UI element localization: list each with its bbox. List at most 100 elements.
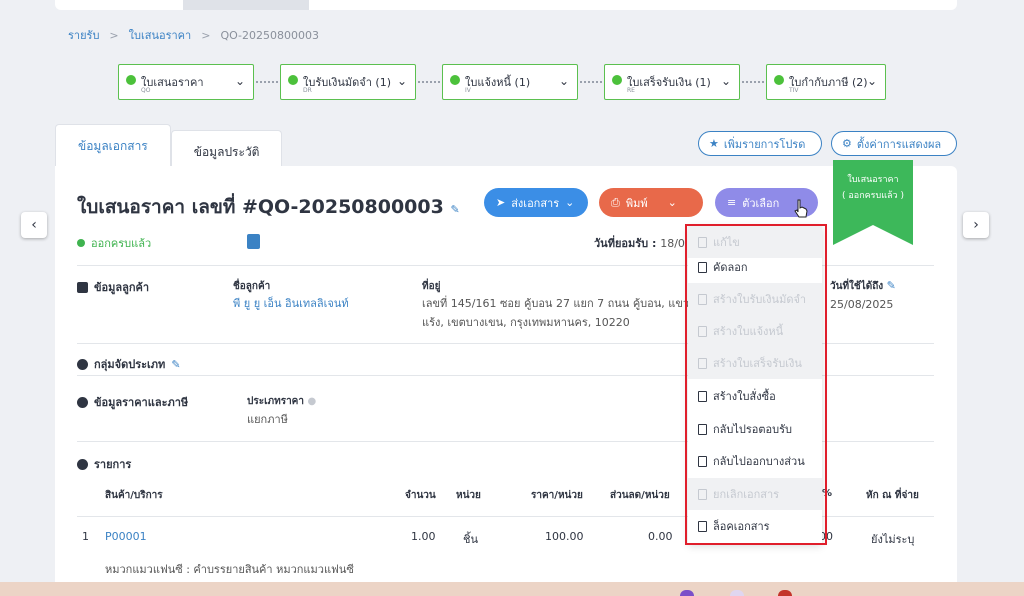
flow-step-code: RE (627, 87, 635, 94)
chevron-down-icon[interactable]: ⌄ (397, 74, 407, 88)
display-settings-button[interactable]: ⚙ ตั้งค่าการแสดงผล (831, 131, 957, 156)
chevron-down-icon[interactable]: ⌄ (867, 74, 877, 88)
taskbar-app-icon[interactable] (730, 590, 744, 596)
options-label: ตัวเลือก (742, 196, 780, 210)
flow-step-qo[interactable]: ใบเสนอราคา QO ⌄ (118, 64, 254, 100)
chevron-down-icon[interactable]: ⌄ (559, 74, 569, 88)
add-favorite-label: เพิ่มรายการโปรด (723, 137, 806, 151)
send-document-button[interactable]: ➤ ส่งเอกสาร ⌄ (484, 188, 588, 217)
status-dot (77, 239, 85, 247)
row-note: หมวกแมวแฟนซี : คำบรรยายสินค้า หมวกแมวแฟน… (105, 563, 354, 576)
document-lock-icon (247, 234, 260, 249)
flow-step-dr[interactable]: ใบรับเงินมัดจำ (1) DR ⌄ (280, 64, 416, 100)
send-icon: ➤ (496, 196, 506, 209)
flow-step-code: TIV (789, 87, 799, 94)
pie-chart-icon (77, 358, 88, 370)
accept-date: วันที่ยอมรับ : 18/0 (594, 234, 685, 252)
status-badge: ออกครบแล้ว (77, 234, 151, 252)
customer-section-label: ข้อมูลลูกค้า (77, 278, 149, 296)
ribbon-subtext: ( ออกครบแล้ว ) (842, 191, 904, 201)
customer-name-link[interactable]: พี ยู ยู เอ็น อินเทลลิเจนท์ (233, 295, 349, 312)
accept-date-label: วันที่ยอมรับ : (594, 237, 657, 250)
taskbar-app-icon[interactable] (680, 590, 694, 596)
price-type-label: ประเภทราคา ● (247, 394, 316, 409)
flow-connector (742, 81, 764, 83)
tab-history[interactable]: ข้อมูลประวัติ (170, 130, 283, 166)
col-header-unit: หน่วย (456, 490, 481, 501)
flow-step-label: ใบแจ้งหนี้ (1) (465, 76, 531, 89)
chevron-down-icon[interactable]: ⌄ (721, 74, 731, 88)
col-header-discount: ส่วนลด/หน่วย (610, 490, 670, 501)
address-line2: แร้ง, เขตบางเขน, กรุงเทพมหานคร, 10220 (422, 316, 630, 329)
breadcrumb-current: QO-20250800003 (220, 28, 320, 42)
product-code-link[interactable]: P00001 (105, 530, 147, 543)
send-label: ส่งเอกสาร (511, 196, 560, 210)
page-title: ใบเสนอราคา เลขที่ #QO-20250800003 ✎ (77, 192, 460, 222)
address-label: ที่อยู่ (422, 281, 441, 292)
status-dot (288, 75, 298, 85)
percent-icon (77, 396, 88, 408)
tab-document-info[interactable]: ข้อมูลเอกสาร (55, 124, 171, 166)
breadcrumb-sep: > (109, 28, 119, 42)
next-document-button[interactable]: › (963, 212, 989, 238)
display-settings-label: ตั้งค่าการแสดงผล (856, 137, 942, 151)
flow-step-re[interactable]: ใบเสร็จรับเงิน (1) RE ⌄ (604, 64, 740, 100)
top-tab[interactable] (183, 0, 309, 10)
col-header-wht: หัก ณ ที่จ่าย (866, 490, 919, 501)
valid-until-label-text: วันที่ใช้ได้ถึง (830, 281, 884, 292)
flow-step-code: DR (303, 87, 312, 94)
print-button[interactable]: ⎙ พิมพ์ ⌄ (599, 188, 703, 217)
printer-icon: ⎙ (611, 195, 620, 209)
flow-connector (580, 81, 602, 83)
items-dot-icon (77, 458, 88, 470)
taskbar (0, 582, 1024, 596)
flow-step-code: QO (141, 87, 151, 94)
pricing-section-label: ข้อมูลราคาและภาษี (77, 393, 188, 411)
taskbar-app-icon[interactable] (778, 590, 792, 596)
col-header-qty: จำนวน (405, 490, 436, 501)
flow-step-iv[interactable]: ใบแจ้งหนี้ (1) IV ⌄ (442, 64, 578, 100)
status-text: ออกครบแล้ว (91, 237, 152, 250)
hand-cursor-icon (794, 199, 808, 218)
chevron-down-icon: ⌄ (667, 196, 677, 209)
chevron-down-icon: ⌄ (565, 196, 575, 209)
breadcrumb: รายรับ > ใบเสนอราคา > QO-20250800003 (68, 26, 319, 44)
group-section-label: กลุ่มจัดประเภท ✎ (77, 355, 181, 373)
help-icon[interactable]: ● (307, 396, 316, 407)
row-discount: 0.00 (648, 530, 673, 543)
row-qty: 1.00 (411, 530, 436, 543)
valid-until-value: 25/08/2025 (830, 298, 894, 311)
status-ribbon: ใบเสนอราคา ( ออกครบแล้ว ) (833, 160, 913, 245)
customer-icon (77, 281, 88, 293)
price-type-label-text: ประเภทราคา (247, 396, 304, 407)
breadcrumb-sep: > (201, 28, 211, 42)
pencil-icon[interactable]: ✎ (887, 279, 896, 292)
pencil-icon[interactable]: ✎ (450, 203, 459, 216)
items-section-text: รายการ (94, 458, 132, 471)
pencil-icon[interactable]: ✎ (171, 358, 180, 371)
status-dot (450, 75, 460, 85)
star-icon: ★ (709, 137, 719, 150)
top-panel (55, 0, 957, 10)
document-flow: ใบเสนอราคา QO ⌄ ใบรับเงินมัดจำ (1) DR ⌄ … (118, 64, 886, 100)
valid-until-label: วันที่ใช้ได้ถึง ✎ (830, 279, 896, 294)
items-section-label: รายการ (77, 455, 131, 473)
chevron-down-icon[interactable]: ⌄ (235, 74, 245, 88)
customer-section-text: ข้อมูลลูกค้า (94, 281, 150, 294)
breadcrumb-income[interactable]: รายรับ (68, 26, 99, 44)
address-line1: เลขที่ 145/161 ซอย คู้บอน 27 แยก 7 ถนน ค… (422, 297, 702, 310)
flow-step-label: ใบรับเงินมัดจำ (1) (303, 76, 391, 89)
flow-step-label: ใบเสร็จรับเงิน (1) (627, 76, 711, 89)
flow-step-tiv[interactable]: ใบกำกับภาษี (2) TIV ⌄ (766, 64, 886, 100)
add-favorite-button[interactable]: ★ เพิ่มรายการโปรด (698, 131, 822, 156)
row-unit: ชิ้น (463, 533, 478, 546)
row-wht: ยังไม่ระบุ (871, 533, 915, 546)
flow-step-label: ใบกำกับภาษี (2) (789, 76, 868, 89)
tab-bar: ข้อมูลเอกสาร ข้อมูลประวัติ (55, 124, 283, 166)
print-label: พิมพ์ (625, 196, 648, 210)
prev-document-button[interactable]: ‹ (21, 212, 47, 238)
price-type-value: แยกภาษี (247, 413, 288, 426)
col-header-price: ราคา/หน่วย (531, 490, 583, 501)
flow-step-code: IV (465, 87, 471, 94)
breadcrumb-quotation[interactable]: ใบเสนอราคา (129, 26, 192, 44)
